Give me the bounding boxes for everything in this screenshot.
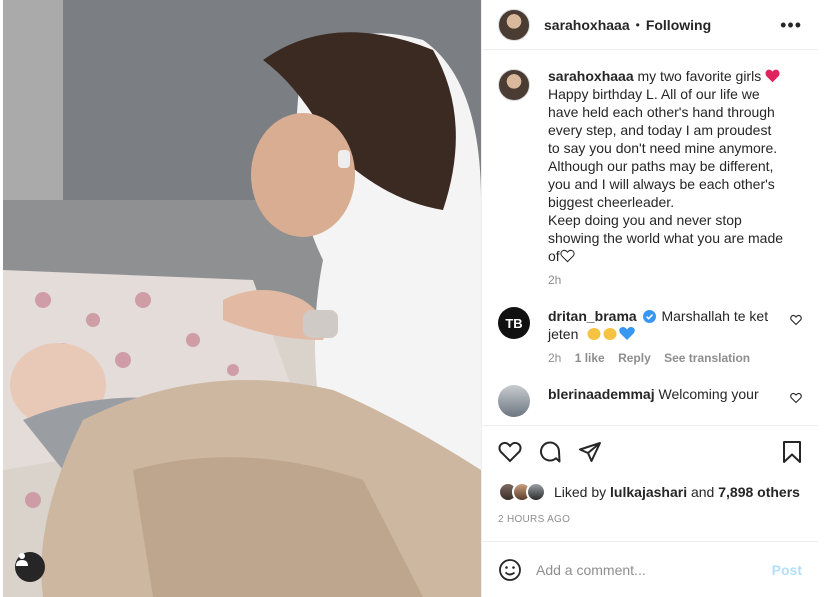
caption-line: showing the world what you are made [548, 230, 784, 246]
liked-by-prefix: Liked by [554, 484, 607, 500]
caption-time[interactable]: 2h [548, 273, 561, 287]
following-button[interactable]: Following [646, 17, 711, 33]
verified-badge-icon [642, 310, 656, 323]
praying-hands-heart-emoji-icon [587, 327, 636, 340]
instagram-post-modal: sarahoxhaaa • Following ••• sarahoxhaaa … [0, 0, 825, 597]
caption-line: Happy birthday L. All of our life we [548, 86, 760, 102]
comment-text: Welcoming your [658, 386, 759, 402]
commenter-username[interactable]: blerinaademmaj [548, 386, 655, 402]
comments-list[interactable]: sarahoxhaaa my two favorite girls Happy … [482, 51, 818, 425]
commenter-avatar[interactable] [498, 385, 530, 417]
comment-likes[interactable]: 1 like [575, 351, 605, 365]
caption-line: biggest cheerleader. [548, 194, 675, 210]
like-comment-heart-icon[interactable] [790, 391, 802, 409]
caption-line: to say you don't need mine anymore. [548, 140, 778, 156]
post-actions: Liked by lulkajashari and 7,898 others 2… [482, 425, 818, 525]
reply-button[interactable]: Reply [618, 351, 651, 365]
liker-avatars[interactable] [498, 482, 546, 502]
share-paper-plane-icon[interactable] [578, 440, 602, 464]
caption-meta: 2h [548, 271, 783, 289]
commenter-avatar[interactable]: TB [498, 307, 530, 339]
comment-text: Marshallah te ket [661, 308, 769, 324]
caption-first-line: my two favorite girls [637, 68, 762, 84]
comment-text-end: jeten [548, 326, 579, 342]
post-side-panel: sarahoxhaaa • Following ••• sarahoxhaaa … [481, 0, 818, 597]
caption-last-text: of [548, 248, 560, 264]
post-timestamp[interactable]: 2 HOURS AGO [498, 514, 802, 525]
comment-text-line2: jeten [548, 325, 768, 343]
photo-illustration [3, 0, 481, 597]
commenter-username[interactable]: dritan_brama [548, 308, 637, 324]
tagged-people-button[interactable] [15, 552, 45, 582]
likes-summary: Liked by lulkajashari and 7,898 others [498, 482, 802, 502]
bookmark-icon[interactable] [782, 440, 802, 464]
caption: sarahoxhaaa my two favorite girls Happy … [498, 67, 802, 289]
caption-line: Although our paths may be different, [548, 158, 774, 174]
comment-item: blerinaademmaj Welcoming your [498, 385, 802, 417]
post-header: sarahoxhaaa • Following ••• [482, 0, 818, 50]
likes-count[interactable]: 7,898 others [718, 484, 800, 500]
comment-body: dritan_brama Marshallah te ket jeten 2h … [548, 307, 792, 367]
comment-time[interactable]: 2h [548, 351, 561, 365]
red-heart-emoji-icon [765, 69, 780, 83]
caption-line: Keep doing you and never stop [548, 212, 742, 228]
add-comment-bar: Post [482, 541, 818, 597]
comment-item: TB dritan_brama Marshallah te ket jeten [498, 307, 802, 367]
emoji-smiley-icon[interactable] [498, 558, 522, 582]
caption-avatar[interactable] [498, 69, 530, 101]
author-avatar[interactable] [498, 8, 530, 41]
post-comment-button[interactable]: Post [772, 562, 802, 578]
caption-line: have held each other's hand through [548, 104, 775, 120]
like-comment-heart-icon[interactable] [790, 313, 802, 331]
caption-line: every step, and today I am proudest [548, 122, 772, 138]
white-heart-emoji-icon [560, 249, 575, 263]
comment-meta: 2h 1 like Reply See translation [548, 349, 768, 367]
caption-line: you and I will always be each other's [548, 176, 775, 192]
user-tag-icon [16, 553, 28, 566]
comment-body: blerinaademmaj Welcoming your [548, 385, 759, 403]
action-icons [498, 440, 802, 464]
caption-last-line: of [548, 247, 783, 265]
author-username[interactable]: sarahoxhaaa [544, 17, 630, 33]
liked-by-and: and [690, 484, 715, 500]
separator-dot: • [635, 17, 640, 32]
see-translation-button[interactable]: See translation [664, 351, 750, 365]
comment-input[interactable] [536, 561, 772, 578]
comment-bubble-icon[interactable] [538, 440, 562, 464]
post-photo[interactable] [3, 0, 481, 597]
liker-avatar [526, 482, 546, 502]
more-horizontal-icon[interactable]: ••• [780, 16, 802, 34]
caption-username[interactable]: sarahoxhaaa [548, 68, 634, 84]
like-heart-icon[interactable] [498, 441, 522, 463]
liked-by-user[interactable]: lulkajashari [610, 484, 687, 500]
caption-body: sarahoxhaaa my two favorite girls Happy … [548, 67, 783, 289]
